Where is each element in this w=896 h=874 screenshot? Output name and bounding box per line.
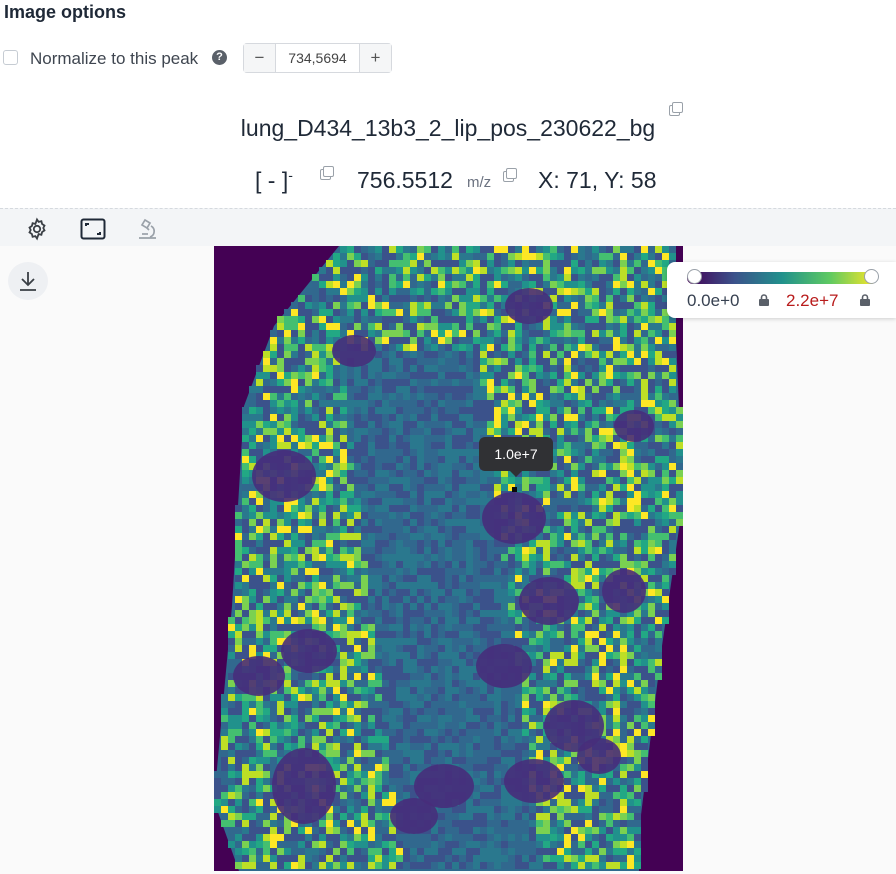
lock-max-icon[interactable] — [858, 293, 872, 307]
cursor-pixel-marker — [512, 487, 517, 492]
colorbar — [687, 272, 877, 284]
microscope-icon[interactable] — [136, 217, 160, 241]
colorbar-min-label[interactable]: 0.0e+0 — [687, 291, 739, 311]
normalize-row: Normalize to this peak ? − 734,5694 + — [0, 42, 896, 74]
viewer-toolbar — [0, 208, 896, 247]
question-circle-icon[interactable]: ? — [212, 50, 227, 65]
gear-icon[interactable] — [25, 217, 49, 241]
colorbar-min-handle[interactable] — [687, 269, 702, 284]
fit-to-screen-icon[interactable] — [80, 217, 106, 241]
colorbar-max-label[interactable]: 2.2e+7 — [786, 291, 838, 311]
copy-formula-icon[interactable] — [320, 166, 334, 180]
ion-image-viewer — [0, 246, 896, 874]
dataset-name: lung_D434_13b3_2_lip_pos_230622_bg — [240, 115, 656, 141]
copy-mz-icon[interactable] — [503, 168, 517, 182]
download-icon — [20, 272, 36, 291]
ion-formula: [ - ]- — [255, 167, 293, 195]
normalize-label[interactable]: Normalize to this peak — [30, 49, 198, 69]
cursor-coordinates: X: 71, Y: 58 — [538, 167, 657, 193]
ion-formula-text: [ - ] — [255, 167, 289, 194]
mz-value: 756.5512 — [357, 167, 453, 193]
ion-image[interactable] — [214, 246, 683, 871]
peak-stepper[interactable]: − 734,5694 + — [243, 43, 392, 73]
decrement-button[interactable]: − — [244, 44, 276, 72]
pixel-intensity-tooltip: 1.0e+7 — [479, 437, 553, 477]
copy-icon[interactable] — [669, 102, 683, 116]
lock-min-icon[interactable] — [757, 293, 771, 307]
download-button[interactable] — [8, 262, 48, 300]
ion-charge: - — [288, 167, 293, 183]
mz-unit: m/z — [467, 174, 492, 191]
colorbar-max-handle[interactable] — [864, 269, 879, 284]
section-title: Image options — [4, 2, 127, 22]
colorbar-panel: 0.0e+0 2.2e+7 — [667, 262, 896, 318]
peak-value-input[interactable]: 734,5694 — [276, 44, 359, 72]
increment-button[interactable]: + — [359, 44, 391, 72]
normalize-checkbox[interactable] — [3, 50, 18, 65]
ion-info-row: [ - ]- 756.5512 m/z X: 71, Y: 58 — [0, 165, 896, 197]
